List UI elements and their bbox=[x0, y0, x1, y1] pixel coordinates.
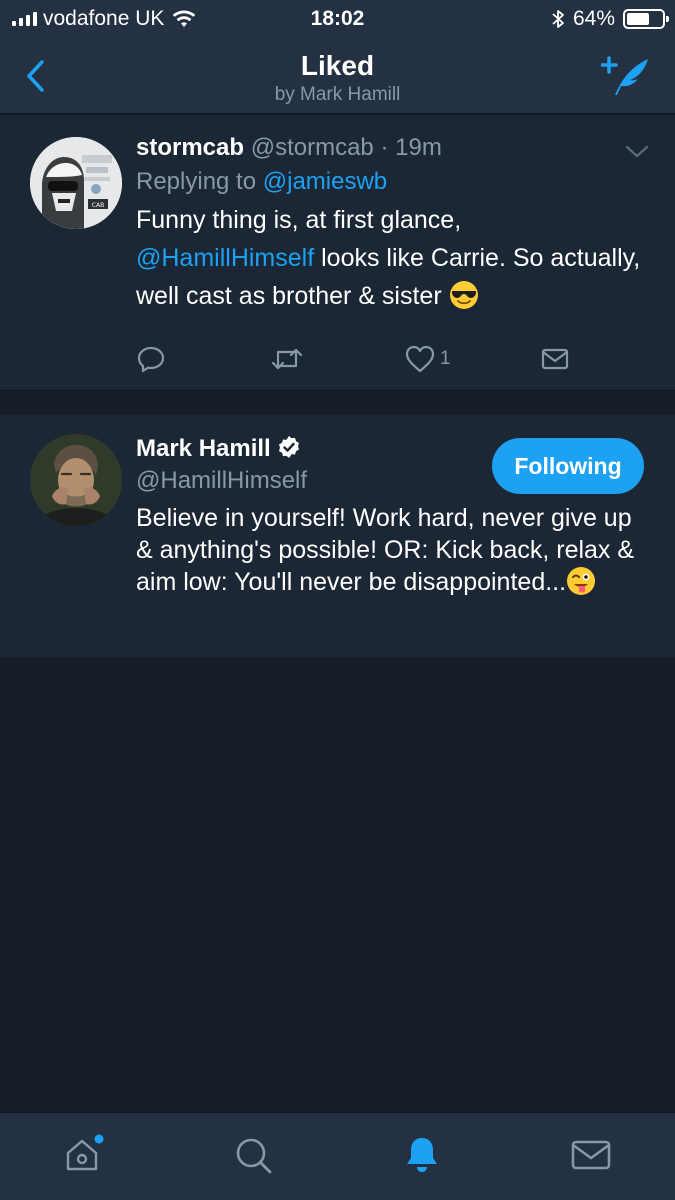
retweet-button[interactable] bbox=[270, 341, 304, 377]
author-name[interactable]: stormcab bbox=[136, 134, 244, 161]
top-bar: vodafone UK 18:02 64% Liked by Mark Hami bbox=[0, 0, 675, 114]
mention-link[interactable]: @HamillHimself bbox=[136, 244, 314, 272]
mark-hamill-avatar-image bbox=[30, 434, 122, 526]
svg-text:CAB: CAB bbox=[92, 202, 104, 209]
tweet-actions: 1 bbox=[136, 341, 576, 377]
notifications-icon bbox=[407, 1138, 437, 1172]
like-button[interactable]: 1 bbox=[404, 341, 451, 377]
tweet-text-start: Funny thing is, at first glance, bbox=[136, 206, 462, 234]
chevron-down-icon bbox=[625, 145, 649, 158]
author-name[interactable]: Mark Hamill bbox=[136, 435, 271, 462]
status-right: 64% bbox=[551, 7, 669, 31]
battery-level bbox=[627, 13, 649, 25]
reply-button[interactable] bbox=[136, 341, 166, 377]
status-bar: vodafone UK 18:02 64% bbox=[0, 0, 675, 38]
direct-message-button[interactable] bbox=[540, 341, 570, 377]
search-icon bbox=[236, 1138, 272, 1174]
reply-icon bbox=[137, 346, 165, 373]
tweet-menu-button[interactable] bbox=[623, 137, 651, 165]
reply-mention-link[interactable]: @jamieswb bbox=[263, 168, 387, 195]
replying-to-label: Replying to bbox=[136, 168, 263, 195]
stormtrooper-avatar-image: CAB bbox=[30, 137, 122, 229]
tab-bar bbox=[0, 1112, 675, 1200]
tweet-time: 19m bbox=[395, 134, 442, 161]
like-count: 1 bbox=[440, 348, 451, 369]
battery-percent: 64% bbox=[572, 7, 615, 30]
author-handle[interactable]: @stormcab bbox=[251, 134, 374, 161]
nav-bar: Liked by Mark Hamill bbox=[0, 40, 675, 112]
smiling-face-with-sunglasses-emoji bbox=[449, 281, 478, 309]
compose-button[interactable] bbox=[600, 54, 653, 98]
winking-face-with-tongue-emoji bbox=[567, 567, 596, 595]
envelope-icon bbox=[541, 348, 569, 370]
heart-icon bbox=[405, 345, 435, 373]
tweet-text: Funny thing is, at first glance, @Hamill… bbox=[136, 201, 645, 315]
tweet-text-content: Believe in yourself! Work hard, never gi… bbox=[136, 504, 635, 596]
page-title: Liked bbox=[300, 50, 375, 81]
following-button[interactable]: Following bbox=[492, 438, 644, 494]
replying-to: Replying to @jamieswb bbox=[136, 167, 645, 197]
bluetooth-icon bbox=[552, 10, 564, 28]
home-icon bbox=[66, 1134, 104, 1171]
tab-notifications[interactable] bbox=[400, 1133, 444, 1177]
verified-badge-icon bbox=[278, 436, 299, 458]
tweet-text: Believe in yourself! Work hard, never gi… bbox=[136, 502, 645, 598]
battery-icon bbox=[623, 9, 669, 29]
page-subtitle: by Mark Hamill bbox=[274, 84, 401, 105]
tweet-card[interactable]: CAB stormcab @stormcab · 19m Replying to… bbox=[0, 115, 675, 391]
messages-icon bbox=[571, 1140, 611, 1170]
tweet-header: stormcab @stormcab · 19m bbox=[136, 133, 645, 163]
retweet-icon bbox=[271, 348, 303, 370]
avatar[interactable]: CAB bbox=[30, 137, 122, 229]
avatar[interactable] bbox=[30, 434, 122, 526]
tab-messages[interactable] bbox=[569, 1133, 613, 1177]
separator-dot: · bbox=[380, 134, 389, 161]
tab-home[interactable] bbox=[62, 1133, 106, 1177]
tab-search[interactable] bbox=[231, 1133, 275, 1177]
tweet-body: stormcab @stormcab · 19m Replying to @ja… bbox=[136, 133, 645, 315]
tweet-card[interactable]: Mark Hamill @HamillHimself Believe in yo… bbox=[0, 413, 675, 659]
compose-tweet-icon bbox=[600, 56, 648, 95]
